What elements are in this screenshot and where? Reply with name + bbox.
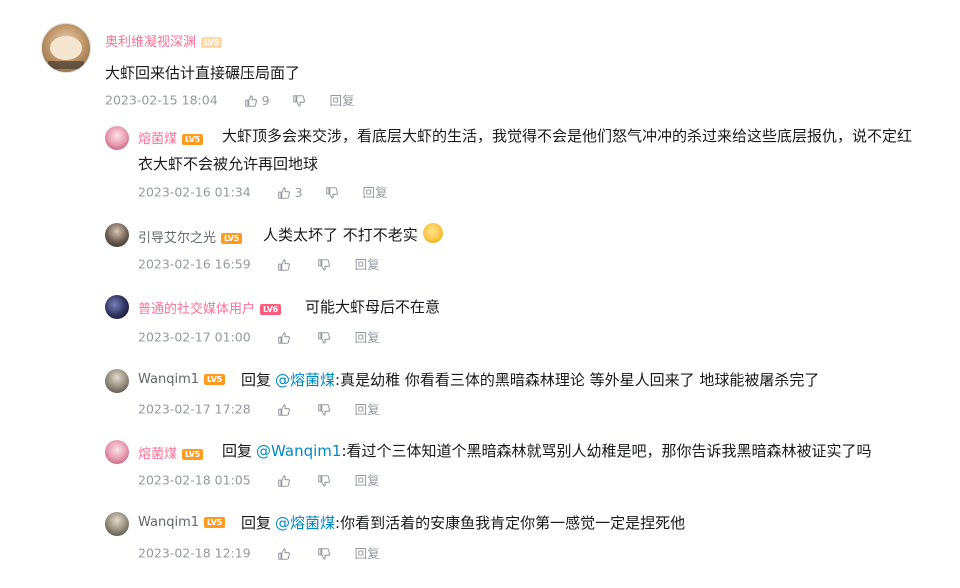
username-label: 熔菌煤 xyxy=(138,447,178,462)
reply-text-line: :真是幼稚 你看看三体的黑暗森林理论 等外星人回来了 地球能被屠杀完了 xyxy=(335,371,820,389)
username[interactable]: 奥利维凝视深渊 LV5 xyxy=(105,31,222,50)
reply-date: 2023-02-16 01:34 xyxy=(138,184,251,200)
dislike-icon[interactable] xyxy=(317,547,331,561)
like-icon[interactable] xyxy=(277,258,291,272)
dislike-icon[interactable] xyxy=(317,258,331,272)
comment-text: 大虾回来估计直接碾压局面了 xyxy=(105,64,301,82)
like-icon[interactable] xyxy=(277,547,291,561)
like-icon[interactable] xyxy=(277,331,291,345)
reply-prefix: 回复 xyxy=(241,514,272,532)
reply-date: 2023-02-17 17:28 xyxy=(138,401,251,417)
reply-button[interactable]: 回复 xyxy=(355,402,380,417)
reply-meta: 2023-02-18 12:19 回复 xyxy=(138,544,380,562)
username[interactable]: Wanqim1 LV5 xyxy=(138,515,225,530)
reply-text: 可能大虾母后不在意 xyxy=(305,295,440,319)
doge-emoji-icon xyxy=(422,223,443,243)
dislike-icon[interactable] xyxy=(317,474,331,488)
reply-button[interactable]: 回复 xyxy=(355,473,380,488)
reply-button[interactable]: 回复 xyxy=(355,257,380,272)
avatar[interactable] xyxy=(105,126,129,150)
comment-date: 2023-02-15 18:04 xyxy=(105,92,218,108)
reply-text: 人类太坏了 不打不老实 xyxy=(263,223,443,247)
comment-meta: 2023-02-15 18:04 9 回复 xyxy=(105,91,355,109)
username-label: Wanqim1 xyxy=(138,372,200,387)
level-badge: LV5 xyxy=(182,449,203,460)
reply-text-continued: 衣大虾不会被允许再回地球 xyxy=(138,152,318,176)
avatar[interactable] xyxy=(41,23,91,73)
reply-text: 回复 @熔菌煤:你看到活着的安康鱼我肯定你第一感觉一定是捏死他 xyxy=(241,511,685,535)
username[interactable]: 引导艾尔之光 LV5 xyxy=(138,227,242,246)
like-icon[interactable] xyxy=(277,403,291,417)
reply-text-line: 可能大虾母后不在意 xyxy=(305,298,441,316)
reply-meta: 2023-02-18 01:05 回复 xyxy=(138,471,380,489)
reply-prefix: 回复 xyxy=(222,442,253,460)
username-label: Wanqim1 xyxy=(138,515,200,530)
avatar[interactable] xyxy=(105,369,129,393)
mention-link[interactable]: @熔菌煤 xyxy=(275,371,335,389)
reply-text: 大虾顶多会来交涉，看底层大虾的生活，我觉得不会是他们怒气冲冲的杀过来给这些底层报… xyxy=(222,124,952,148)
username[interactable]: 普通的社交媒体用户 LV6 xyxy=(138,298,281,317)
reply-button[interactable]: 回复 xyxy=(363,185,388,200)
dislike-icon[interactable] xyxy=(317,403,331,417)
level-badge: LV5 xyxy=(204,374,225,385)
like-icon[interactable] xyxy=(277,186,291,200)
like-count: 3 xyxy=(294,184,303,200)
like-icon[interactable] xyxy=(244,94,258,108)
username-label: 熔菌煤 xyxy=(138,132,178,147)
reply-text: 回复 @Wanqim1:看过个三体知道个黑暗森林就骂别人幼稚是吧，那你告诉我黑暗森… xyxy=(222,439,872,463)
username[interactable]: Wanqim1 LV5 xyxy=(138,372,225,387)
reply-prefix: 回复 xyxy=(241,371,272,389)
dislike-icon[interactable] xyxy=(292,94,306,108)
reply-text: 回复 @熔菌煤:真是幼稚 你看看三体的黑暗森林理论 等外星人回来了 地球能被屠杀完… xyxy=(241,368,819,392)
reply-date: 2023-02-18 01:05 xyxy=(138,472,251,488)
mention-link[interactable]: @Wanqim1 xyxy=(256,442,341,460)
reply-meta: 2023-02-16 01:34 3 回复 xyxy=(138,183,388,201)
reply-button[interactable]: 回复 xyxy=(355,330,380,345)
reply-text-line: 大虾顶多会来交涉，看底层大虾的生活，我觉得不会是他们怒气冲冲的杀过来给这些底层报… xyxy=(222,127,913,145)
username-label: 普通的社交媒体用户 xyxy=(138,302,256,317)
level-badge: LV5 xyxy=(182,134,203,145)
avatar[interactable] xyxy=(105,295,129,319)
level-badge: LV6 xyxy=(260,304,281,315)
reply-date: 2023-02-18 12:19 xyxy=(138,545,251,561)
reply-meta: 2023-02-17 17:28 回复 xyxy=(138,400,380,418)
mention-link[interactable]: @熔菌煤 xyxy=(275,514,335,532)
reply-text-line: 人类太坏了 不打不老实 xyxy=(263,226,418,244)
like-count: 9 xyxy=(261,92,270,108)
reply-text-line: :看过个三体知道个黑暗森林就骂别人幼稚是吧，那你告诉我黑暗森林被证实了吗 xyxy=(341,442,872,460)
username[interactable]: 熔菌煤 LV5 xyxy=(138,128,203,147)
avatar[interactable] xyxy=(105,512,129,536)
avatar[interactable] xyxy=(105,440,129,464)
reply-date: 2023-02-17 01:00 xyxy=(138,329,251,345)
reply-text-line: 衣大虾不会被允许再回地球 xyxy=(138,155,319,173)
reply-button[interactable]: 回复 xyxy=(330,93,355,108)
reply-date: 2023-02-16 16:59 xyxy=(138,256,251,272)
level-badge: LV5 xyxy=(204,517,225,528)
dislike-icon[interactable] xyxy=(317,331,331,345)
username-label: 引导艾尔之光 xyxy=(138,231,217,246)
username-label: 奥利维凝视深渊 xyxy=(105,35,197,50)
level-badge: LV5 xyxy=(221,233,242,244)
like-icon[interactable] xyxy=(277,474,291,488)
dislike-icon[interactable] xyxy=(325,186,339,200)
reply-meta: 2023-02-17 01:00 回复 xyxy=(138,328,380,346)
level-badge: LV5 xyxy=(201,37,222,48)
avatar[interactable] xyxy=(105,223,129,247)
username[interactable]: 熔菌煤 LV5 xyxy=(138,443,203,462)
reply-button[interactable]: 回复 xyxy=(355,546,380,561)
reply-text-line: :你看到活着的安康鱼我肯定你第一感觉一定是捏死他 xyxy=(335,514,686,532)
reply-meta: 2023-02-16 16:59 回复 xyxy=(138,255,380,273)
